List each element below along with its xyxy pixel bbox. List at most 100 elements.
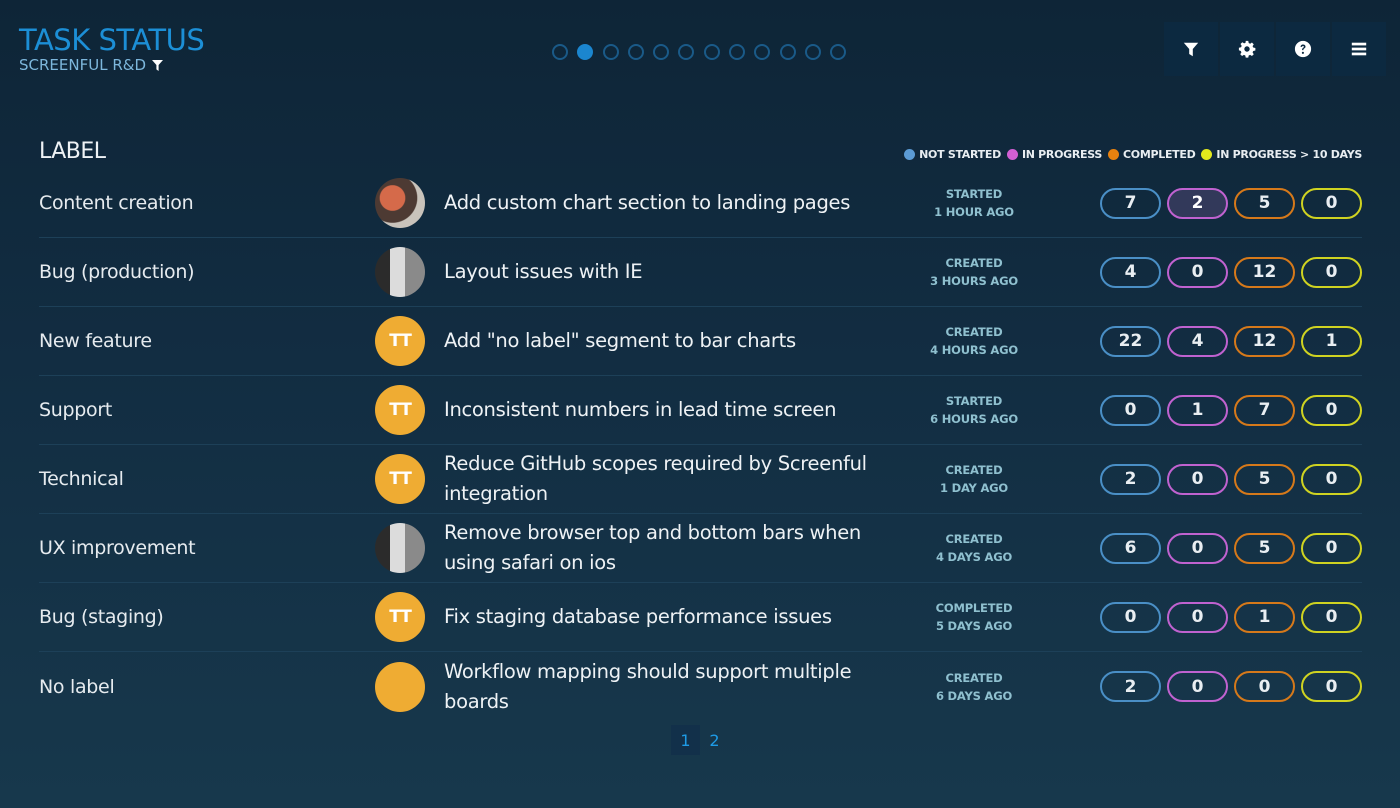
avatar <box>375 661 425 712</box>
carousel-dot-7[interactable] <box>703 44 720 60</box>
table-row[interactable]: Content creation Add custom chart section… <box>39 169 1362 238</box>
row-label: Bug (staging) <box>39 606 164 628</box>
carousel-dot-3[interactable] <box>602 44 619 60</box>
status-text: STARTED <box>945 187 1003 201</box>
in-progress-count[interactable]: 1 <box>1167 394 1228 426</box>
row-label: No label <box>39 675 115 698</box>
label-column-header: LABEL <box>39 138 106 164</box>
overdue-count[interactable]: 0 <box>1301 601 1362 633</box>
menu-button[interactable] <box>1332 22 1386 76</box>
carousel-dot-12[interactable] <box>830 44 847 60</box>
table-row[interactable]: Support TT Inconsistent numbers in lead ti… <box>39 376 1362 445</box>
row-label: New feature <box>39 330 152 352</box>
status-counts: 0170 <box>1100 394 1362 426</box>
task-title[interactable]: Reduce GitHub scopes required by Screenf… <box>444 449 894 509</box>
overdue-count[interactable]: 0 <box>1301 532 1362 564</box>
overdue-count[interactable]: 0 <box>1301 671 1362 702</box>
not-started-count[interactable]: 2 <box>1100 463 1161 495</box>
carousel-dot-1[interactable] <box>552 44 568 60</box>
overdue-count[interactable]: 1 <box>1301 325 1362 357</box>
task-title[interactable]: Layout issues with IE <box>444 257 894 287</box>
task-status: STARTED 1 HOUR AGO <box>894 185 1054 221</box>
completed-count[interactable]: 0 <box>1234 671 1295 702</box>
status-time: 3 HOURS AGO <box>930 274 1018 288</box>
in-progress-count[interactable]: 0 <box>1167 671 1228 702</box>
task-title[interactable]: Inconsistent numbers in lead time screen <box>444 395 894 425</box>
legend-swatch <box>1006 148 1018 160</box>
board-filter[interactable]: SCREENFUL R&D <box>19 56 204 74</box>
legend-label: IN PROGRESS <box>1021 147 1103 161</box>
table-row[interactable]: Bug (production) Layout issues with IE CRE… <box>39 238 1362 307</box>
not-started-count[interactable]: 22 <box>1100 325 1161 357</box>
table-row[interactable]: Technical TT Reduce GitHub scopes required… <box>39 445 1362 514</box>
not-started-count[interactable]: 7 <box>1100 187 1161 219</box>
table-row[interactable]: UX improvement Remove browser top and bot… <box>39 514 1362 583</box>
completed-count[interactable]: 5 <box>1234 463 1295 495</box>
task-title[interactable]: Add "no label" segment to bar charts <box>444 326 894 356</box>
status-counts: 2050 <box>1100 463 1362 495</box>
legend-label: IN PROGRESS > 10 DAYS <box>1216 147 1362 161</box>
in-progress-count[interactable]: 2 <box>1167 187 1228 219</box>
task-status: CREATED 6 DAYS AGO <box>894 669 1054 705</box>
page-title: TASK STATUS <box>19 23 205 57</box>
status-text: CREATED <box>945 325 1003 339</box>
settings-button[interactable] <box>1220 22 1274 76</box>
overdue-count[interactable]: 0 <box>1301 463 1362 495</box>
avatar: TT <box>375 454 425 504</box>
completed-count[interactable]: 7 <box>1234 394 1295 426</box>
carousel-dot-10[interactable] <box>779 44 796 60</box>
overdue-count[interactable]: 0 <box>1301 394 1362 426</box>
legend-swatch <box>904 148 916 160</box>
row-label: Technical <box>39 468 124 490</box>
overdue-count[interactable]: 0 <box>1301 256 1362 288</box>
carousel-dot-5[interactable] <box>653 44 670 60</box>
table-row[interactable]: New feature TT Add "no label" segment to b… <box>39 307 1362 376</box>
in-progress-count[interactable]: 0 <box>1167 256 1228 288</box>
overdue-count[interactable]: 0 <box>1301 187 1362 219</box>
page-2-link[interactable]: 2 <box>700 725 729 755</box>
table-row[interactable]: No label Workflow mapping should support … <box>39 652 1362 721</box>
task-status: COMPLETED 5 DAYS AGO <box>894 599 1054 635</box>
status-text: COMPLETED <box>935 601 1013 615</box>
not-started-count[interactable]: 0 <box>1100 394 1161 426</box>
row-label: Content creation <box>39 192 194 214</box>
carousel-dot-8[interactable] <box>729 44 746 60</box>
filter-button[interactable] <box>1164 22 1218 76</box>
task-title[interactable]: Fix staging database performance issues <box>444 602 894 632</box>
carousel-dot-2[interactable] <box>577 44 594 60</box>
status-time: 4 DAYS AGO <box>935 550 1013 564</box>
in-progress-count[interactable]: 0 <box>1167 601 1228 633</box>
legend-label: COMPLETED <box>1123 147 1196 161</box>
status-counts: 0010 <box>1100 601 1362 633</box>
carousel-dot-4[interactable] <box>627 44 644 60</box>
task-title[interactable]: Workflow mapping should support multiple… <box>444 657 894 717</box>
not-started-count[interactable]: 6 <box>1100 532 1161 564</box>
not-started-count[interactable]: 4 <box>1100 256 1161 288</box>
avatar: TT <box>375 316 425 366</box>
not-started-count[interactable]: 0 <box>1100 601 1161 633</box>
help-button[interactable] <box>1276 22 1330 76</box>
avatar <box>375 523 425 573</box>
status-counts: 4 0 12 0 <box>1100 256 1362 288</box>
in-progress-count[interactable]: 0 <box>1167 532 1228 564</box>
table-header: LABEL NOT STARTED IN PROGRESS COMPLETED IN … <box>39 133 1362 169</box>
carousel-dot-11[interactable] <box>804 44 821 60</box>
completed-count[interactable]: 5 <box>1234 532 1295 564</box>
in-progress-count[interactable]: 0 <box>1167 463 1228 495</box>
task-title[interactable]: Add custom chart section to landing page… <box>444 188 894 218</box>
carousel-dot-9[interactable] <box>754 44 771 60</box>
in-progress-count[interactable]: 4 <box>1167 325 1228 357</box>
completed-count[interactable]: 1 <box>1234 601 1295 633</box>
carousel-dot-6[interactable] <box>678 44 695 60</box>
completed-count[interactable]: 12 <box>1234 325 1295 357</box>
legend-swatch <box>1108 148 1120 160</box>
completed-count[interactable]: 5 <box>1234 187 1295 219</box>
page-1-link[interactable]: 1 <box>671 725 700 755</box>
legend: NOT STARTED IN PROGRESS COMPLETED IN PROGRE… <box>904 148 1362 161</box>
avatar: TT <box>375 592 425 642</box>
board-name: SCREENFUL R&D <box>19 56 146 74</box>
task-title[interactable]: Remove browser top and bottom bars when … <box>444 518 894 578</box>
completed-count[interactable]: 12 <box>1234 256 1295 288</box>
not-started-count[interactable]: 2 <box>1100 671 1161 702</box>
table-row[interactable]: Bug (staging) TT Fix staging database perf… <box>39 583 1362 652</box>
